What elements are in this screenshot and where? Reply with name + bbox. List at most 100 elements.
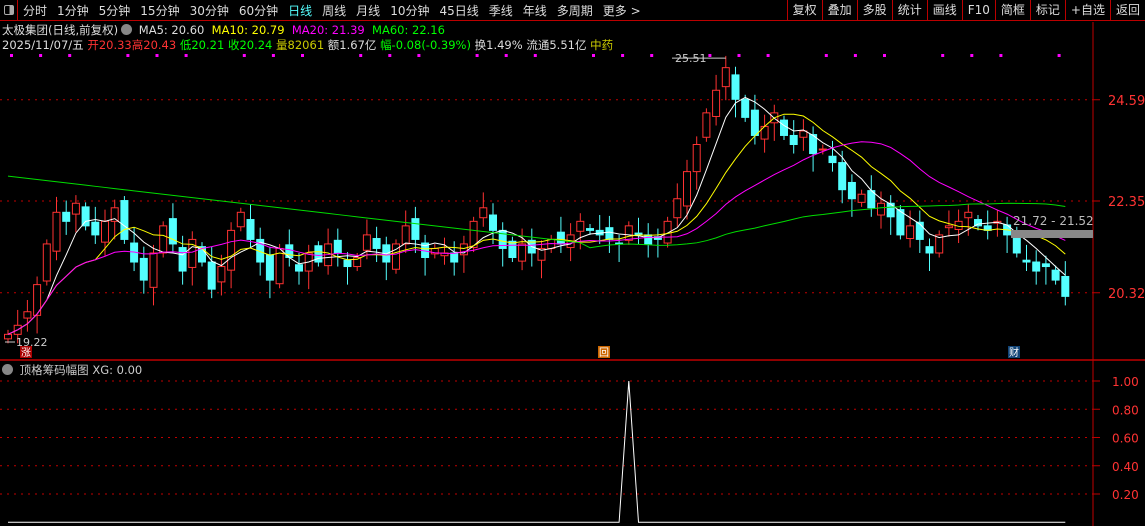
candle-body [149,252,158,288]
ma5-value: MA5: 20.60 [138,23,205,37]
candle-body [91,221,100,236]
candle-body [673,198,682,219]
candle-body [450,252,459,263]
sub-tick-label: 1.00 [1112,375,1139,389]
signal-dot [475,54,479,57]
signal-dot [68,54,72,57]
dropdown-icon[interactable] [2,364,13,375]
candle-body [906,225,915,240]
range-bar [1011,230,1093,238]
volume: 量82061 [276,38,325,52]
signal-dot [708,54,712,57]
candle-body [101,220,109,243]
signal-dot [853,54,857,57]
signal-dot [155,54,159,57]
signal-dot [766,54,770,57]
dropdown-icon[interactable] [121,24,133,35]
title-row: 太极集团(日线,前复权) MA5: 20.60 MA10: 20.79 MA20… [2,22,445,38]
signal-dot [883,54,886,57]
signal-dot [126,54,130,57]
event-marker-label: 涨 [21,347,31,359]
signal-dot [970,54,974,57]
candle-body [838,162,847,191]
candle-body [188,238,197,268]
float-cap: 流通5.51亿 [526,38,587,52]
candle-body [246,219,255,240]
candle-body [23,311,32,319]
candle-body [886,202,895,218]
candle-body [731,74,740,100]
signal-dot [10,54,13,57]
signal-dot [504,54,508,57]
xg-line [8,380,1066,523]
candle-body [236,211,245,228]
candle-body [372,238,381,249]
price-tick-label: 20.32 [1108,287,1145,302]
candle-body [120,200,129,240]
candle-body [4,333,12,340]
candle-body [556,231,565,245]
xg-value: XG: 0.00 [92,363,143,377]
low: 低20.21 [179,38,225,52]
signal-dot [242,54,246,57]
candle-body [62,211,71,222]
kline-chart[interactable]: 24.5922.3520.3225.5119.2221.72 - 21.52涨回… [0,0,1145,526]
ma5-line [7,96,1066,335]
indicator-title: 顶格筹码幅图 [19,363,89,377]
candle-body [217,266,226,283]
candle-body [81,206,90,227]
candle-body [915,221,924,240]
candle-body [857,193,866,203]
stock-title: 太极集团(日线,前复权) [2,23,119,37]
candle-body [52,211,61,252]
high: 高20.43 [131,38,177,52]
candle-body [692,144,701,173]
candle-body [333,239,342,254]
signal-dot [533,54,537,57]
candle-body [489,214,497,231]
candle-body [712,89,721,117]
candle-body [1061,275,1070,297]
event-marker-label: 回 [599,347,609,359]
candle-body [411,218,420,240]
signal-dot [592,54,595,57]
ma10-value: MA10: 20.79 [211,23,285,37]
signal-dot [39,54,43,57]
candle-body [139,257,148,281]
industry: 中药 [590,38,614,52]
candle-body [71,202,80,215]
quote-row: 2025/11/07/五 开20.33高20.43 低20.21 收20.24 … [2,37,613,53]
candle-body [508,240,517,258]
candle-body [42,243,51,282]
candle-body [1041,263,1050,268]
candle-body [721,67,730,88]
signal-dot [388,54,392,57]
turnover: 换1.49% [474,38,523,52]
signal-dot [737,54,741,57]
candle-body [518,243,527,262]
signal-dot [417,54,421,57]
candle-body [178,247,187,272]
range-label: 21.72 - 21.52 [1013,214,1094,228]
ma10-line [7,113,1066,335]
candle-body [479,207,488,219]
candle-body [1051,269,1060,281]
candle-body [586,228,594,231]
amount: 额1.67亿 [327,38,377,52]
price-tick-label: 22.35 [1108,195,1145,210]
candle-body [343,259,352,268]
candle-body [227,229,236,271]
signal-dot [1057,54,1061,57]
event-marker-label: 财 [1009,346,1019,359]
signal-dot [941,54,945,57]
open: 开20.33 [87,38,132,52]
sub-indicator-label: 顶格筹码幅图 XG: 0.00 [2,362,142,378]
candle-body [741,98,750,118]
sub-tick-label: 0.20 [1112,488,1139,502]
date: 2025/11/07/五 [2,38,84,52]
candle-body [925,246,934,254]
candle-body [750,109,759,136]
candle-body [644,234,653,245]
signal-dot [824,54,828,57]
close: 收20.24 [227,38,273,52]
